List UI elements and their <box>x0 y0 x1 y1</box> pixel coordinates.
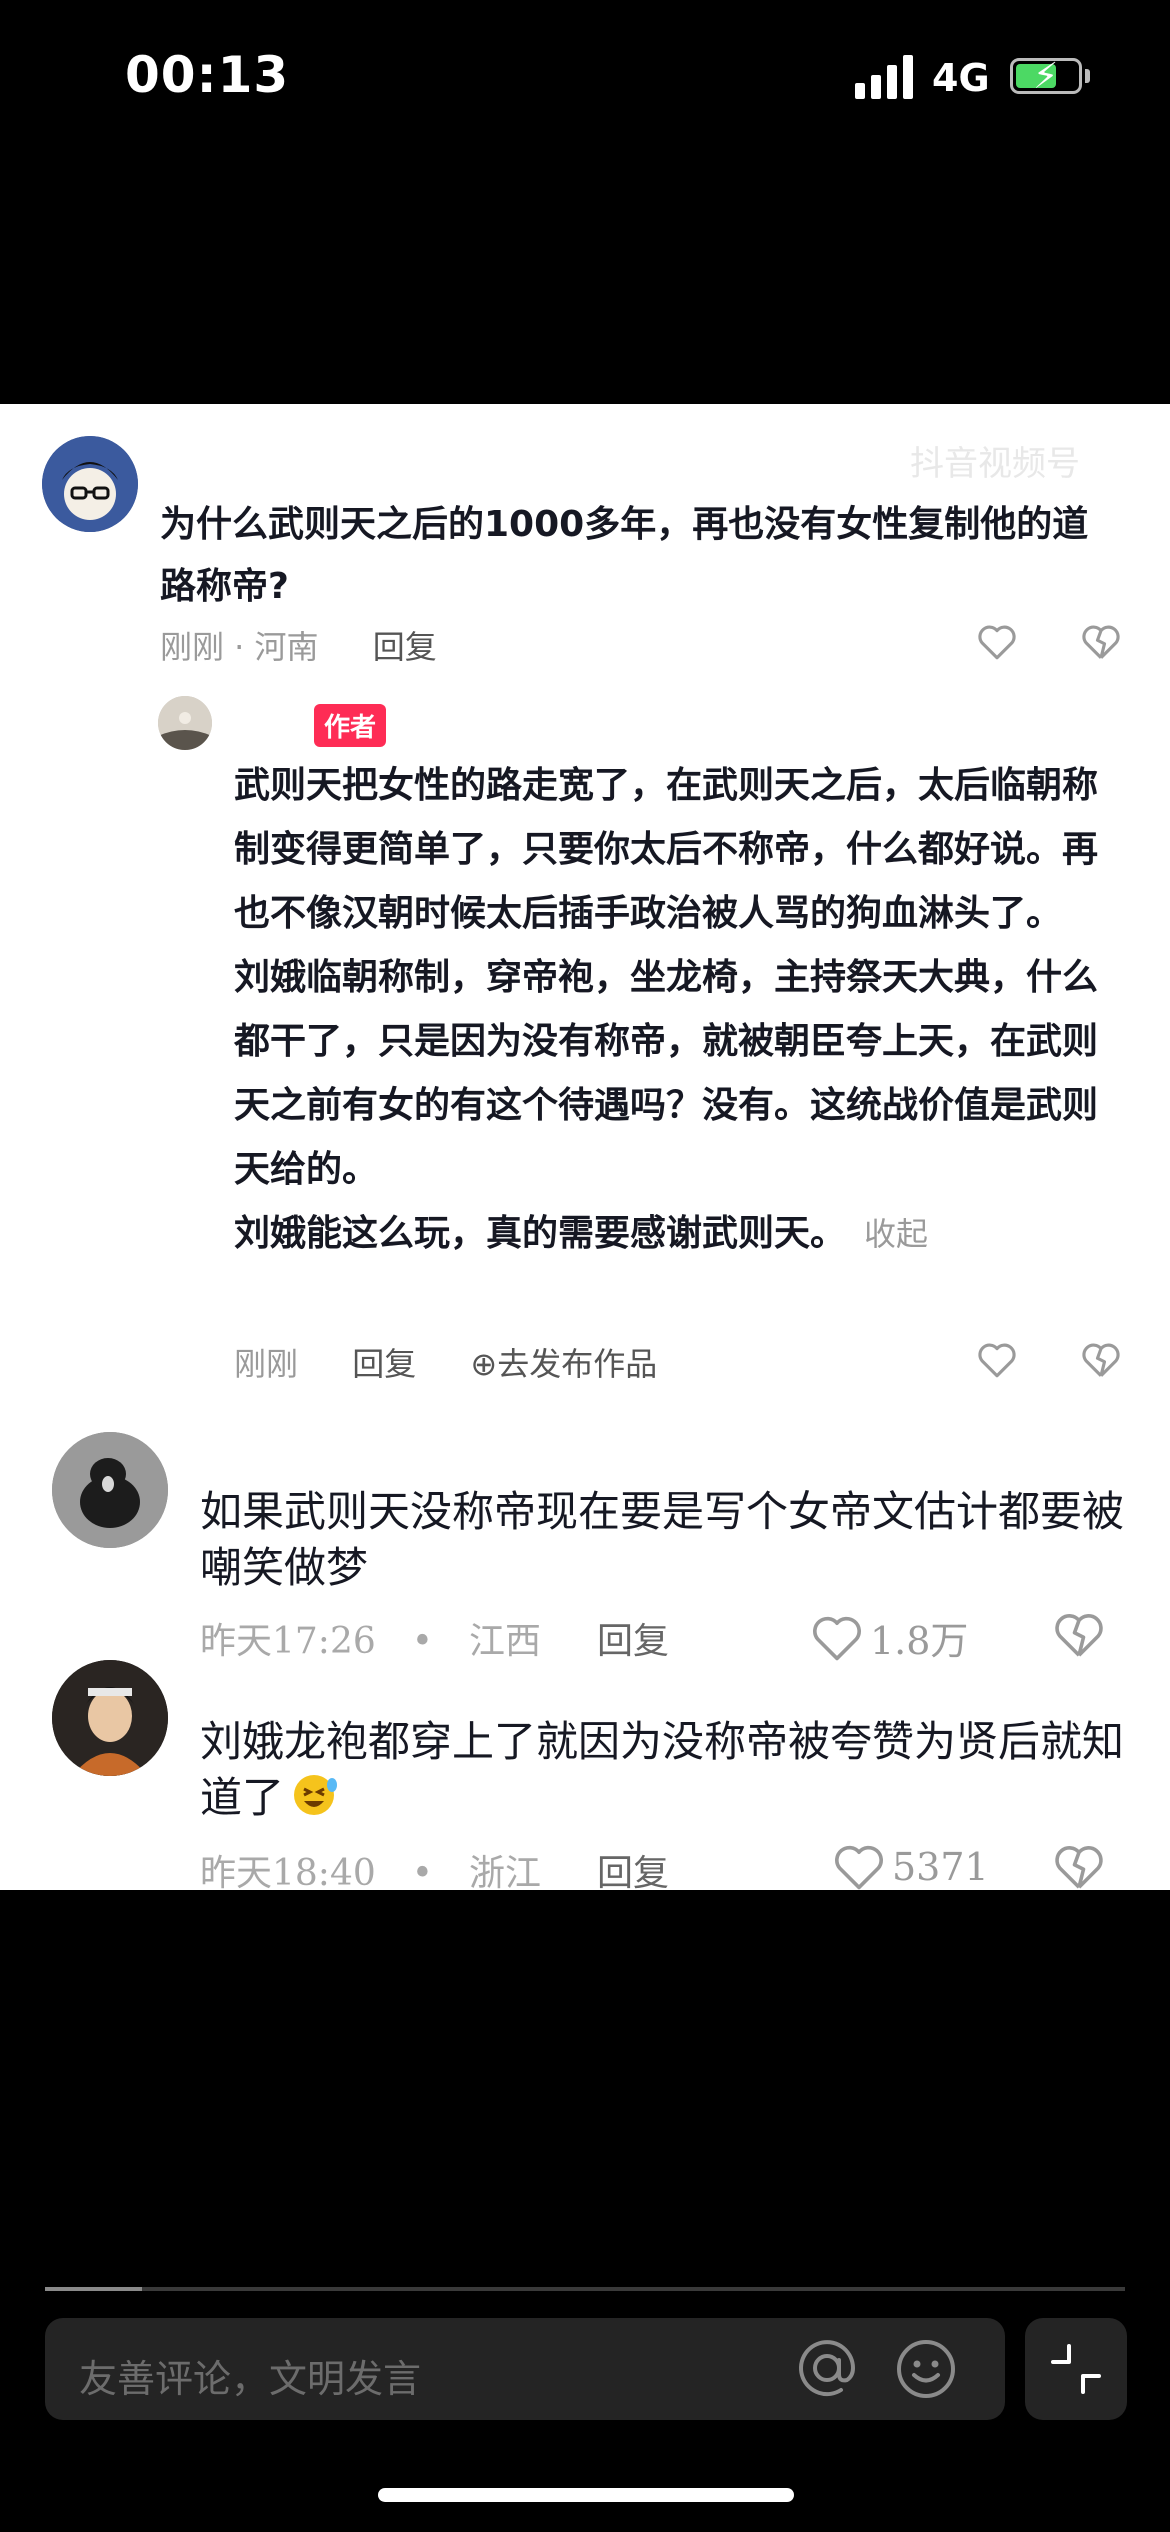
like-count: 5371 <box>892 1845 989 1889</box>
avatar[interactable] <box>52 1660 168 1776</box>
arrow-up-circle-icon: ⊕ <box>470 1345 498 1383</box>
broken-heart-icon <box>1055 1614 1103 1657</box>
battery-cap <box>1085 69 1090 83</box>
avatar[interactable] <box>42 436 138 532</box>
collapse-arrows-icon <box>1051 2344 1101 2394</box>
battery-icon: ⚡ <box>1010 56 1082 97</box>
progress-fill <box>45 2287 143 2291</box>
laughing-emoji-icon <box>290 1771 340 1831</box>
emoji-icon[interactable] <box>895 2338 957 2400</box>
comment-text: 为什么武则天之后的1000多年，再也没有女性复制他的道路称帝? <box>160 504 1089 607</box>
comment-meta: 刚刚 · 河南 回复 <box>160 622 437 668</box>
status-time: 00:13 <box>125 46 290 104</box>
reply-button[interactable]: 回复 <box>597 1621 669 1662</box>
comment-input[interactable]: 友善评论，文明发言 <box>45 2318 1005 2420</box>
publish-work-button[interactable]: ⊕去发布作品 <box>470 1345 657 1383</box>
author-badge: 作者 <box>314 704 387 747</box>
heart-icon <box>978 625 1016 660</box>
reply-button[interactable]: 回复 <box>373 628 437 666</box>
reply-paragraph: 武则天把女性的路走宽了，在武则天之后，太后临朝称制变得更简单了，只要你太后不称帝… <box>234 765 1099 934</box>
signal-icon <box>855 55 915 99</box>
like-button[interactable] <box>976 1340 1018 1380</box>
collapse-button[interactable]: 收起 <box>864 1215 928 1253</box>
heart-icon <box>813 1616 861 1660</box>
comment-time-location: 刚刚 · 河南 <box>160 628 319 666</box>
comment-meta: 昨天18:40 • 浙江 回复 <box>200 1844 669 1890</box>
comment-text: 刘娥龙袍都穿上了就因为没称帝被夸赞为贤后就知道了 <box>200 1714 1130 1831</box>
comment-location: 江西 <box>468 1621 541 1662</box>
comment-placeholder: 友善评论，文明发言 <box>79 2357 422 2401</box>
video-progress-bar[interactable] <box>45 2287 1125 2291</box>
comment-meta: 刚刚 回复 ⊕去发布作品 <box>234 1339 657 1385</box>
dislike-button[interactable] <box>1080 622 1122 662</box>
at-mention-icon[interactable] <box>797 2338 857 2398</box>
broken-heart-icon <box>1055 1846 1103 1889</box>
comment-time: 昨天18:40 <box>200 1853 376 1890</box>
reply-paragraph: 刘娥能这么玩，真的需要感谢武则天。 收起 <box>234 1213 929 1254</box>
broken-heart-icon <box>1082 1343 1120 1377</box>
comment-screenshot: 抖音视频号 为什么武则天之后的1000多年，再也没有女性复制他的道路称帝? 刚刚… <box>0 404 1170 1890</box>
home-indicator[interactable] <box>378 2488 794 2502</box>
status-bar: 00:13 4G ⚡ <box>0 0 1170 160</box>
comment-time: 刚刚 <box>234 1345 299 1383</box>
like-button[interactable]: 5371 <box>830 1842 989 1890</box>
exit-fullscreen-button[interactable] <box>1025 2318 1127 2420</box>
like-button[interactable] <box>976 622 1018 662</box>
comment-location: 浙江 <box>468 1853 541 1890</box>
heart-icon <box>978 1343 1016 1378</box>
reply-paragraph: 刘娥临朝称制，穿帝袍，坐龙椅，主持祭天大典，什么都干了，只是因为没有称帝，就被朝… <box>234 957 1099 1190</box>
author-reply-text: 武则天把女性的路走宽了，在武则天之后，太后临朝称制变得更简单了，只要你太后不称帝… <box>234 754 1114 1266</box>
comment-time: 昨天17:26 <box>200 1621 376 1662</box>
heart-icon <box>835 1845 883 1890</box>
dislike-button[interactable] <box>1052 1610 1106 1660</box>
broken-heart-icon <box>1082 625 1120 659</box>
comment-text: 如果武则天没称帝现在要是写个女帝文估计都要被嘲笑做梦 <box>200 1487 1125 1592</box>
like-button[interactable]: 1.8万 <box>808 1610 968 1665</box>
reply-button[interactable]: 回复 <box>597 1853 669 1890</box>
like-count: 1.8万 <box>870 1619 969 1663</box>
avatar[interactable] <box>52 1432 168 1548</box>
dislike-button[interactable] <box>1080 1340 1122 1380</box>
watermark: 抖音视频号 <box>910 444 1080 484</box>
comment-meta: 昨天17:26 • 江西 回复 <box>200 1621 670 1662</box>
dislike-button[interactable] <box>1052 1842 1106 1890</box>
avatar[interactable] <box>158 696 212 750</box>
reply-button[interactable]: 回复 <box>352 1345 416 1383</box>
network-type: 4G <box>932 56 990 100</box>
